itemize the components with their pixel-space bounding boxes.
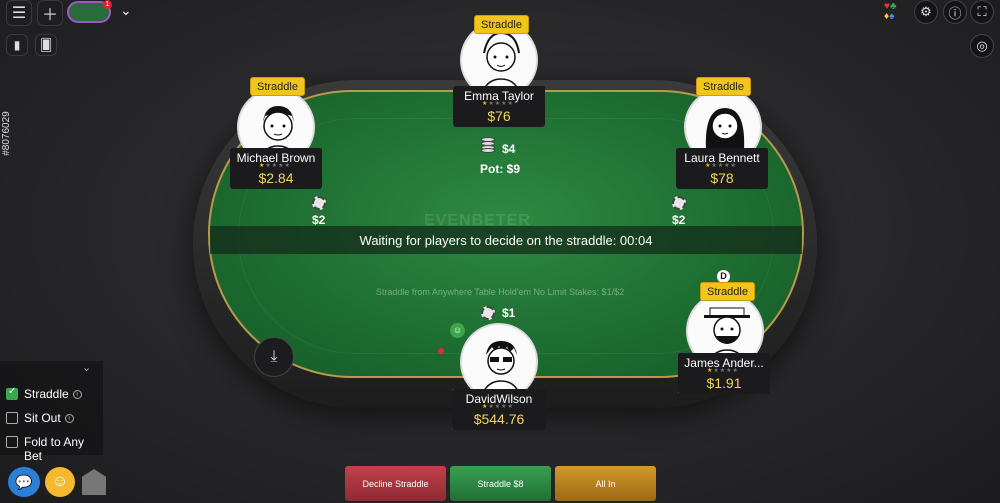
table-stakes: Straddle from Anywhere Table Hold'em No … [375,287,625,297]
sit-out-checkbox[interactable] [6,412,18,424]
exit-table-button[interactable]: ▮ [6,34,28,56]
bet-chip-icon [481,306,495,320]
player-stack: $1.91 [678,372,770,394]
emoji-icon[interactable]: ☺ [45,467,75,497]
door-icon: ▮ [13,38,21,52]
camera-button[interactable]: ◎ [970,34,994,58]
bet-chip-icon [312,196,326,210]
info-icon: ⓘ [948,5,962,21]
menu-button[interactable]: ☰ [6,0,32,26]
scroll-down-button[interactable]: ⤓ [254,337,294,377]
all-in-button[interactable]: All In [555,466,656,501]
sit-out-option[interactable]: Sit Out i [24,411,74,425]
straddle-badge: Straddle [700,282,755,301]
chevron-down-icon[interactable]: ⌄ [120,2,132,19]
straddle-checkbox[interactable]: ✓ [6,386,18,400]
fold-to-any-bet-checkbox[interactable] [6,436,18,448]
player-bet: $1 [502,306,516,320]
straddle-badge: Straddle [696,77,751,96]
emoji-reaction-icon[interactable]: ● [437,342,455,358]
cards-icon: 🂠 [39,38,53,52]
plus-icon: ＋ [41,7,58,24]
pot-chips-icon [481,137,495,153]
straddle-option[interactable]: Straddle i [24,387,82,401]
player-stack: $76 [453,105,545,127]
fullscreen-button[interactable]: ⛶ [970,0,994,24]
pot-total: Pot: $9 [480,162,521,176]
notification-badge: 1 [103,0,112,9]
player-bet: $2 [672,213,686,227]
player-stack: $78 [676,167,768,189]
add-table-button[interactable]: ＋ [37,0,63,26]
bet-chip-icon [672,196,686,210]
decline-straddle-button[interactable]: Decline Straddle [345,466,446,501]
option-label: Straddle [24,387,69,401]
suits-icon[interactable]: ♥♣ ♦♠ [884,2,906,24]
info-icon[interactable]: i [64,414,74,424]
settings-button[interactable]: ⚙ [914,0,938,24]
cards-button[interactable]: 🂠 [35,34,57,56]
collapse-chevron-icon[interactable]: ⌄ [82,361,91,374]
pre-action-panel: ⌄ ✓ Straddle i Sit Out i Fold to Any Bet [0,361,103,463]
info-button[interactable]: ⓘ [943,0,967,24]
pot-center-bet: $4 [502,142,516,156]
chat-icon[interactable]: 💬 [8,467,40,497]
replay-icon[interactable] [82,469,106,495]
camera-icon: ◎ [976,38,988,53]
player-stack: $2.84 [230,167,322,189]
option-label: Fold to Any Bet [24,435,85,463]
straddle-button[interactable]: Straddle $8 [450,466,551,501]
hamburger-icon: ☰ [11,5,27,22]
straddle-badge: Straddle [474,15,529,34]
straddle-badge: Straddle [250,77,305,96]
player-stack: $544.76 [452,408,546,430]
player-bet: $2 [312,213,326,227]
arrow-down-icon: ⤓ [270,348,278,365]
table-id: #8076029 [0,111,12,156]
fold-to-any-bet-option[interactable]: Fold to Any Bet [24,435,103,463]
info-icon[interactable]: i [72,390,82,400]
gear-icon: ⚙ [920,4,932,19]
player-status-icon: ☺ [450,323,465,338]
fullscreen-icon: ⛶ [977,4,987,19]
option-label: Sit Out [24,411,61,425]
straddle-status-banner: Waiting for players to decide on the str… [210,226,802,254]
